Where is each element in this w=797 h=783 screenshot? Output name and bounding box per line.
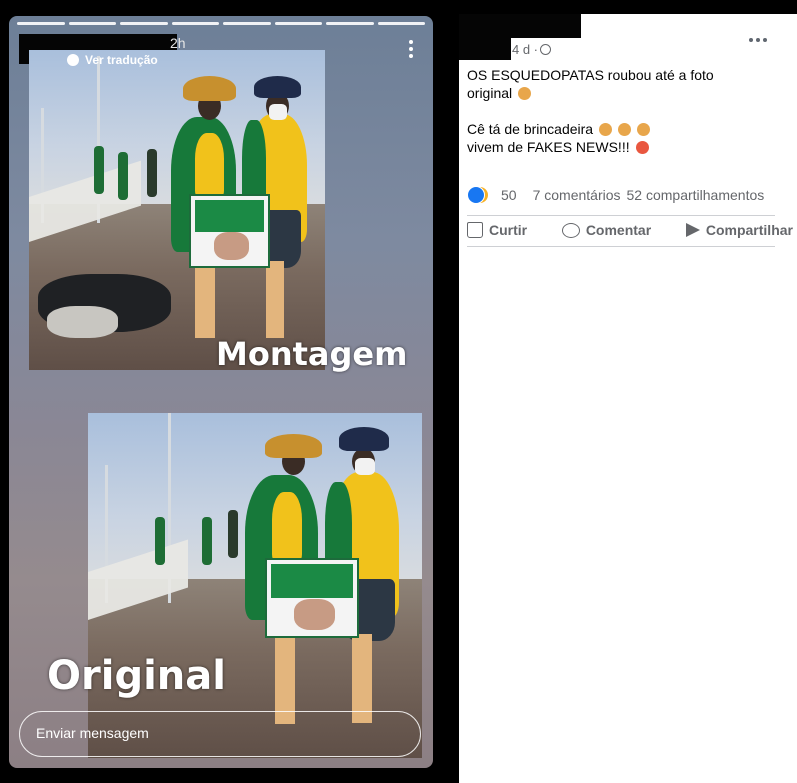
send-message-input[interactable]: Enviar mensagem [19, 711, 421, 757]
progress-segment [326, 22, 374, 25]
progress-segment [68, 22, 116, 25]
comment-count[interactable]: 7 comentários [533, 187, 621, 203]
post-body: OS ESQUEDOPATAS roubou até a foto origin… [467, 66, 787, 156]
reactions-bar: 50 7 comentários 52 compartilhamentos [467, 186, 777, 204]
post-line: vivem de FAKES NEWS!!! [467, 139, 630, 155]
story-timestamp: 2h [170, 35, 186, 51]
post-options-icon[interactable] [749, 38, 767, 42]
facepalm-emoji-icon [617, 123, 631, 136]
post-timestamp[interactable]: 4 d · [512, 42, 552, 57]
share-icon [685, 223, 700, 237]
reaction-icons[interactable] [467, 186, 489, 204]
facebook-post: 4 d · OS ESQUEDOPATAS roubou até a foto … [459, 14, 797, 783]
comment-icon [561, 222, 580, 238]
progress-segment [274, 22, 322, 25]
post-line: Cê tá de brincadeira [467, 121, 594, 137]
more-options-icon[interactable] [409, 40, 413, 61]
globe-icon [540, 44, 552, 55]
share-button[interactable]: Compartilhar [685, 222, 793, 238]
post-line: OS ESQUEDOPATAS roubou até a foto [467, 67, 714, 83]
translate-icon [67, 54, 79, 66]
facepalm-emoji-icon [636, 123, 650, 136]
post-line: original [467, 85, 513, 101]
story-viewer[interactable]: 2h Ver tradução Montagem Original Enviar… [9, 16, 433, 768]
divider [467, 246, 775, 247]
redacted-poster-name [459, 14, 581, 38]
like-button[interactable]: Curtir [467, 222, 527, 238]
facepalm-emoji-icon [598, 123, 612, 136]
progress-segment [120, 22, 168, 25]
story-photo-original [88, 413, 422, 758]
facepalm-emoji-icon [518, 87, 532, 100]
like-reaction-icon [467, 186, 485, 204]
progress-segment [171, 22, 219, 25]
caption-original: Original [47, 653, 226, 699]
progress-segment [223, 22, 271, 25]
redacted-poster-avatar [459, 38, 511, 60]
comment-button[interactable]: Comentar [561, 222, 651, 238]
story-progress-bar [17, 22, 425, 25]
reaction-count[interactable]: 50 [501, 187, 517, 203]
see-translation-link[interactable]: Ver tradução [67, 53, 158, 67]
divider [467, 215, 775, 216]
caption-montage: Montagem [216, 335, 408, 373]
story-photo-montage [29, 50, 325, 370]
angry-emoji-icon [635, 141, 649, 154]
progress-segment [377, 22, 425, 25]
thumbs-up-icon [467, 222, 483, 238]
progress-segment [17, 22, 65, 25]
post-actions: Curtir Comentar Compartilhar [467, 222, 793, 238]
share-count[interactable]: 52 compartilhamentos [627, 187, 765, 203]
